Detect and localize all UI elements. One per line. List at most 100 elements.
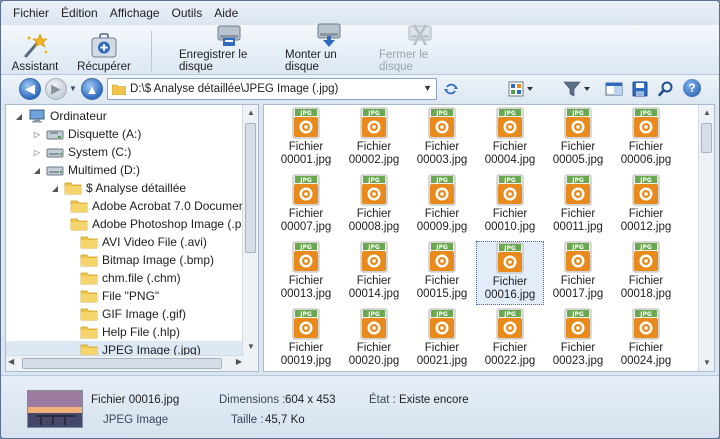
save-icon[interactable] (631, 80, 649, 101)
file-name-line-1: Fichier (356, 208, 392, 220)
tree-horizontal-scrollbar[interactable]: ◀ ▶ (6, 355, 244, 371)
tree-item[interactable]: ▷ System (C:) (6, 143, 244, 161)
menu-bar: Fichier Édition Affichage Outils Aide (1, 1, 719, 25)
tree-item-label: Adobe Photoshop Image (.psd) (92, 217, 259, 231)
wizard-wand-icon (20, 32, 50, 60)
tree-item[interactable]: Adobe Photoshop Image (.psd) (6, 215, 258, 233)
expanded-arrow-icon[interactable]: ◢ (14, 112, 24, 121)
history-dropdown-icon[interactable]: ▼ (69, 84, 77, 93)
file-name-line-2: 00021.jpg (416, 355, 468, 367)
file-item[interactable]: JPG Fichier 00015.jpg (408, 241, 476, 305)
tree-item[interactable]: File "PNG" (6, 287, 244, 305)
file-item[interactable]: JPG Fichier 00013.jpg (272, 241, 340, 305)
file-item[interactable]: JPG Fichier 00018.jpg (612, 241, 680, 305)
search-icon[interactable] (657, 80, 675, 101)
scroll-right-arrow-icon[interactable]: ▶ (236, 357, 242, 366)
tree-item[interactable]: chm.file (.chm) (6, 269, 244, 287)
address-bar[interactable]: D:\$ Analyse détaillée\JPEG Image (.jpg)… (107, 78, 437, 100)
file-name-line-2: 00002.jpg (348, 154, 400, 166)
view-mode-icon[interactable] (507, 80, 535, 101)
file-item[interactable]: JPG Fichier 00010.jpg (476, 174, 544, 238)
tree-item[interactable]: Adobe Acrobat 7.0 Document ( (6, 197, 256, 215)
file-item[interactable]: JPG Fichier 00016.jpg (476, 241, 544, 305)
file-item[interactable]: JPG Fichier 00023.jpg (544, 308, 612, 371)
scroll-up-arrow-icon[interactable]: ▲ (243, 105, 258, 121)
chevron-down-icon[interactable]: ▼ (423, 83, 432, 93)
forward-button[interactable]: ▶ (45, 78, 67, 100)
scroll-left-arrow-icon[interactable]: ◀ (8, 357, 14, 366)
enregistrer-disque-button[interactable]: Enregistrer le disque (179, 25, 279, 73)
files-vertical-scrollbar[interactable]: ▲ ▼ (698, 105, 714, 371)
drive-icon (46, 145, 64, 159)
scroll-down-arrow-icon[interactable]: ▼ (699, 355, 714, 371)
file-item[interactable]: JPG Fichier 00007.jpg (272, 174, 340, 238)
scroll-down-arrow-icon[interactable]: ▼ (243, 339, 258, 355)
file-name-line-1: Fichier (288, 275, 324, 287)
scroll-thumb[interactable] (22, 358, 222, 369)
menu-aide[interactable]: Aide (208, 6, 244, 20)
file-item[interactable]: JPG Fichier 00022.jpg (476, 308, 544, 371)
tree-item[interactable]: Bitmap Image (.bmp) (6, 251, 244, 269)
file-name-line-1: Fichier (424, 275, 460, 287)
preview-pane-icon[interactable] (605, 80, 623, 101)
tree-item[interactable]: ◢ $ Analyse détaillée (6, 179, 244, 197)
assistant-button[interactable]: Assistant (9, 27, 61, 73)
help-icon[interactable]: ? (683, 79, 701, 97)
filter-icon[interactable] (561, 80, 593, 101)
menu-edition[interactable]: Édition (55, 6, 104, 20)
tree-item[interactable]: ◢ Multimed (D:) (6, 161, 244, 179)
file-item[interactable]: JPG Fichier 00009.jpg (408, 174, 476, 238)
tree-item[interactable]: GIF Image (.gif) (6, 305, 244, 323)
svg-text:JPG: JPG (367, 311, 380, 318)
file-item[interactable]: JPG Fichier 00024.jpg (612, 308, 680, 371)
expanded-arrow-icon[interactable]: ◢ (32, 166, 42, 175)
jpg-file-icon: JPG (427, 107, 457, 139)
collapsed-arrow-icon[interactable]: ▷ (32, 130, 42, 139)
file-item[interactable]: JPG Fichier 00012.jpg (612, 174, 680, 238)
tree-item[interactable]: ◢ Ordinateur (6, 107, 244, 125)
file-item[interactable]: JPG Fichier 00021.jpg (408, 308, 476, 371)
tree-item-label: Multimed (D:) (68, 163, 141, 177)
file-item[interactable]: JPG Fichier 00002.jpg (340, 107, 408, 171)
scroll-up-arrow-icon[interactable]: ▲ (699, 105, 714, 121)
menu-affichage[interactable]: Affichage (104, 6, 166, 20)
recuperer-button[interactable]: Récupérer (73, 27, 135, 73)
file-item[interactable]: JPG Fichier 00005.jpg (544, 107, 612, 171)
jpg-file-icon: JPG (631, 308, 661, 340)
file-name-line-1: Fichier (424, 141, 460, 153)
tree-vertical-scrollbar[interactable]: ▲ ▼ (242, 105, 258, 371)
refresh-icon[interactable] (443, 81, 459, 100)
menu-fichier[interactable]: Fichier (7, 6, 55, 20)
tree-item[interactable]: Help File (.hlp) (6, 323, 244, 341)
collapsed-arrow-icon[interactable]: ▷ (32, 148, 42, 157)
tree-item[interactable]: ▷ Disquette (A:) (6, 125, 244, 143)
fermer-disque-button[interactable]: Fermer le disque (379, 24, 461, 73)
folder-icon (70, 199, 88, 213)
file-item[interactable]: JPG Fichier 00004.jpg (476, 107, 544, 171)
file-item[interactable]: JPG Fichier 00001.jpg (272, 107, 340, 171)
scroll-thumb[interactable] (701, 123, 712, 153)
svg-text:JPG: JPG (571, 177, 584, 184)
expanded-arrow-icon[interactable]: ◢ (50, 184, 60, 193)
tree-item-label: GIF Image (.gif) (102, 307, 187, 321)
tree-item[interactable]: AVI Video File (.avi) (6, 233, 244, 251)
back-button[interactable]: ◀ (19, 78, 41, 100)
menu-outils[interactable]: Outils (166, 6, 209, 20)
file-name-line-2: 00006.jpg (620, 154, 672, 166)
file-item[interactable]: JPG Fichier 00020.jpg (340, 308, 408, 371)
file-item[interactable]: JPG Fichier 00003.jpg (408, 107, 476, 171)
file-item[interactable]: JPG Fichier 00011.jpg (544, 174, 612, 238)
jpg-file-icon: JPG (359, 174, 389, 206)
monter-disque-button[interactable]: Monter un disque (285, 23, 373, 73)
file-name-line-2: 00017.jpg (552, 288, 604, 300)
file-item[interactable]: JPG Fichier 00019.jpg (272, 308, 340, 371)
file-item[interactable]: JPG Fichier 00006.jpg (612, 107, 680, 171)
file-item[interactable]: JPG Fichier 00014.jpg (340, 241, 408, 305)
file-item[interactable]: JPG Fichier 00008.jpg (340, 174, 408, 238)
svg-text:JPG: JPG (435, 110, 448, 117)
recuperer-label: Récupérer (77, 61, 131, 73)
file-item[interactable]: JPG Fichier 00017.jpg (544, 241, 612, 305)
mount-disk-icon (314, 20, 344, 48)
up-button[interactable]: ▲ (81, 78, 103, 100)
scroll-thumb[interactable] (245, 123, 256, 253)
